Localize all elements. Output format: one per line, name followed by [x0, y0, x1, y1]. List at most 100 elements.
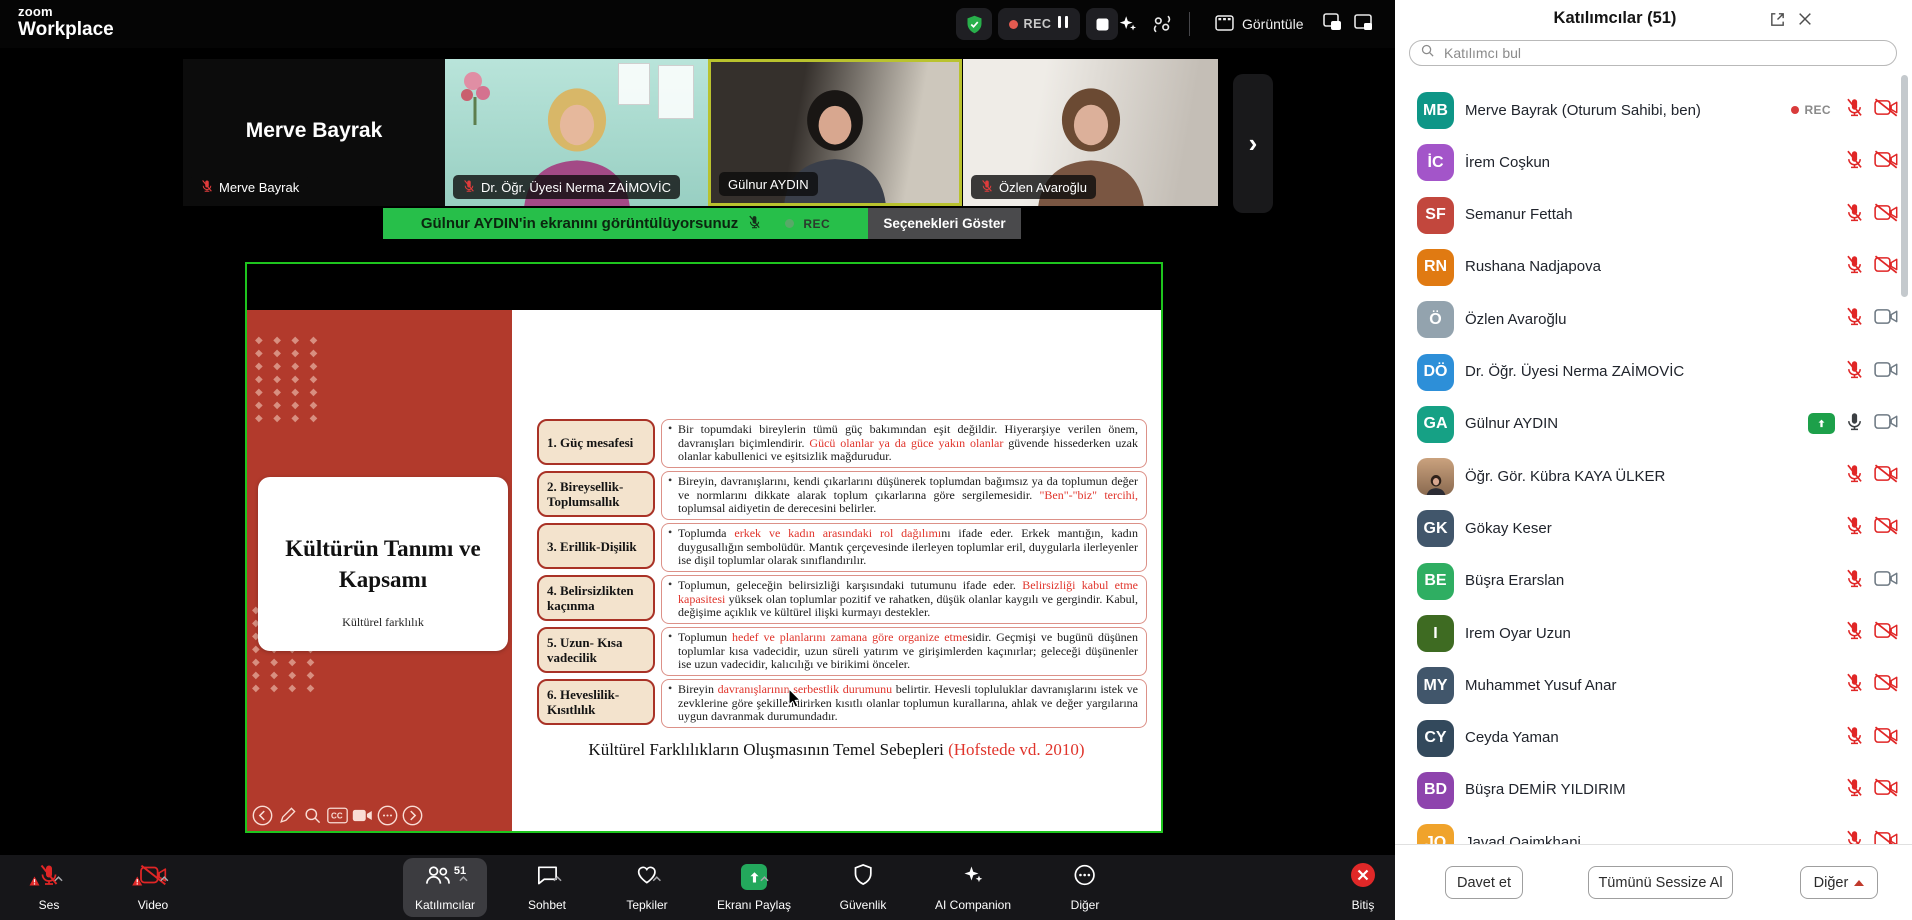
participant-row[interactable]: BDBüşra DEMİR YILDIRIM [1395, 764, 1912, 816]
participant-row[interactable]: Öğr. Gör. Kübra KAYA ÜLKER [1395, 450, 1912, 502]
participant-row[interactable]: CYCeyda Yaman [1395, 712, 1912, 764]
encryption-shield-icon[interactable] [956, 8, 992, 40]
participant-row[interactable]: İC İrem Coşkun [1395, 136, 1912, 188]
popout-panel-icon[interactable] [1766, 8, 1788, 30]
next-videos-button[interactable]: › [1233, 74, 1273, 213]
mic-muted-icon [1844, 306, 1865, 332]
capture-icon[interactable] [1146, 8, 1178, 40]
toolbar-button-label: Tepkiler [626, 898, 667, 912]
toolbar-video-button[interactable]: Video [126, 858, 180, 917]
collapse-window-icon[interactable] [1322, 12, 1346, 34]
participant-photo-avatar [1417, 458, 1454, 495]
dimension-description: •Toplumda erkek ve kadın arasındaki rol … [661, 523, 1147, 572]
toolbar-biti--button[interactable]: Bitiş [1338, 858, 1388, 917]
mic-muted-icon [1844, 463, 1865, 489]
close-panel-icon[interactable] [1794, 8, 1816, 30]
chevron-up-icon[interactable] [760, 869, 769, 887]
toolbar-sohbet-button[interactable]: Sohbet [516, 858, 578, 917]
caret-up-icon [1854, 880, 1864, 886]
camera-icon[interactable] [352, 805, 373, 826]
chevron-up-icon[interactable] [652, 869, 661, 887]
mic-muted-icon [1844, 149, 1865, 175]
mute-all-button[interactable]: Tümünü Sessize Al [1588, 866, 1733, 899]
participant-row[interactable]: GKGökay Keser [1395, 502, 1912, 554]
toolbar-button-label: Katılımcılar [415, 898, 475, 912]
pause-recording-icon[interactable] [1057, 15, 1069, 34]
toolbar-ses-button[interactable]: Ses [25, 858, 73, 917]
toolbar-kat-l-mc-lar-button[interactable]: 51Katılımcılar [403, 858, 487, 917]
tile-name-label: Gülnur AYDIN [719, 172, 818, 196]
toolbar-ekran-payla--button[interactable]: Ekranı Paylaş [705, 858, 803, 917]
participant-avatar: İC [1417, 144, 1454, 181]
prev-slide-icon[interactable] [252, 805, 273, 826]
camera-off-icon [1874, 255, 1898, 279]
muted-mic-icon [200, 179, 214, 196]
pen-icon[interactable] [277, 805, 298, 826]
participant-row[interactable]: BEBüşra Erarslan [1395, 555, 1912, 607]
wall-poster [658, 65, 694, 119]
next-slide-icon[interactable] [402, 805, 423, 826]
camera-off-icon [1874, 778, 1898, 802]
participant-avatar: GA [1417, 406, 1454, 443]
chevron-up-icon[interactable] [459, 869, 468, 887]
participant-avatar: SF [1417, 197, 1454, 234]
chevron-up-icon[interactable] [552, 869, 561, 887]
participant-name: Ceyda Yaman [1465, 712, 1559, 764]
participant-row[interactable]: ÖÖzlen Avaroğlu [1395, 293, 1912, 345]
hofstede-row: 5. Uzun- Kısa vadecilik•Toplumun hedef v… [247, 627, 1161, 675]
top-bar: zoom Workplace REC Görüntüle [0, 0, 1395, 48]
ai-sparkle-icon[interactable] [1112, 8, 1144, 40]
participant-name: İrem Coşkun [1465, 136, 1550, 188]
participant-row[interactable]: MYMuhammet Yusuf Anar [1395, 659, 1912, 711]
hofstede-row: 4. Belirsizlikten kaçınma•Toplumun, gele… [247, 575, 1161, 623]
banner-recording-label: REC [803, 217, 830, 231]
mic-muted-icon [1844, 202, 1865, 228]
video-tile[interactable]: Dr. Öğr. Üyesi Nerma ZAİMOVİC [445, 59, 708, 206]
video-tile[interactable]: Özlen Avaroğlu [963, 59, 1218, 206]
captions-icon[interactable]: CC [327, 805, 348, 826]
video-tile[interactable]: Merve BayrakMerve Bayrak [183, 59, 445, 206]
participant-row[interactable]: JQJavad Qaimkhani [1395, 816, 1912, 845]
slide-caption-reference: (Hofstede vd. 2010) [948, 740, 1084, 759]
participant-row[interactable]: DÖDr. Öğr. Üyesi Nerma ZAİMOVİC [1395, 346, 1912, 398]
more-options-icon[interactable] [377, 805, 398, 826]
participant-avatar: JQ [1417, 824, 1454, 845]
participant-row[interactable]: MBMerve Bayrak (Oturum Sahibi, ben)REC [1395, 84, 1912, 136]
mic-muted-icon [1844, 829, 1865, 845]
participant-row[interactable]: GAGülnur AYDIN [1395, 398, 1912, 450]
panel-scrollbar[interactable] [1901, 75, 1908, 297]
mic-muted-icon [1844, 620, 1865, 646]
more-button[interactable]: Diğer [1800, 866, 1878, 899]
toolbar-g-venlik-button[interactable]: Güvenlik [828, 858, 899, 917]
float-window-icon[interactable] [1352, 12, 1376, 34]
search-input[interactable] [1442, 44, 1886, 62]
toolbar-ai-companion-button[interactable]: AI Companion [923, 858, 1023, 917]
dimension-label: 3. Erillik-Dişilik [537, 523, 655, 569]
invite-button[interactable]: Davet et [1445, 866, 1523, 899]
zoom-icon[interactable] [302, 805, 323, 826]
shared-screen-frame: ◆ ◆ ◆ ◆ ◆ ◆ ◆ ◆ ◆ ◆ ◆ ◆ ◆ ◆ ◆ ◆ ◆ ◆ ◆ ◆ … [245, 262, 1163, 833]
view-button[interactable]: Görüntüle [1215, 8, 1303, 40]
participant-avatar: RN [1417, 249, 1454, 286]
dimension-label: 1. Güç mesafesi [537, 419, 655, 465]
chevron-up-icon[interactable] [54, 869, 63, 887]
participant-avatar: MY [1417, 667, 1454, 704]
mic-on-icon [1844, 411, 1865, 437]
participant-avatar: GK [1417, 510, 1454, 547]
mic-muted-icon [1844, 672, 1865, 698]
dimension-description: •Bir topumdaki bireylerin tümü güç bakım… [661, 419, 1147, 468]
chevron-up-icon[interactable] [159, 869, 168, 887]
toolbar-button-label: Video [138, 898, 168, 912]
camera-on-icon [1874, 412, 1898, 436]
show-options-button[interactable]: Seçenekleri Göster [868, 208, 1021, 239]
toolbar-di-er-button[interactable]: Diğer [1059, 858, 1112, 917]
view-button-label: Görüntüle [1242, 16, 1303, 32]
share-banner-message-area: Gülnur AYDIN'in ekranını görüntülüyorsun… [383, 208, 868, 239]
participant-row[interactable]: IIrem Oyar Uzun [1395, 607, 1912, 659]
toolbar-button-label: Diğer [1071, 898, 1100, 912]
video-tile[interactable]: Gülnur AYDIN [708, 59, 962, 206]
participant-row[interactable]: SFSemanur Fettah [1395, 189, 1912, 241]
dimension-description: •Toplumun hedef ve planlarını zamana gör… [661, 627, 1147, 676]
participant-row[interactable]: RNRushana Nadjapova [1395, 241, 1912, 293]
toolbar-tepkiler-button[interactable]: Tepkiler [614, 858, 679, 917]
